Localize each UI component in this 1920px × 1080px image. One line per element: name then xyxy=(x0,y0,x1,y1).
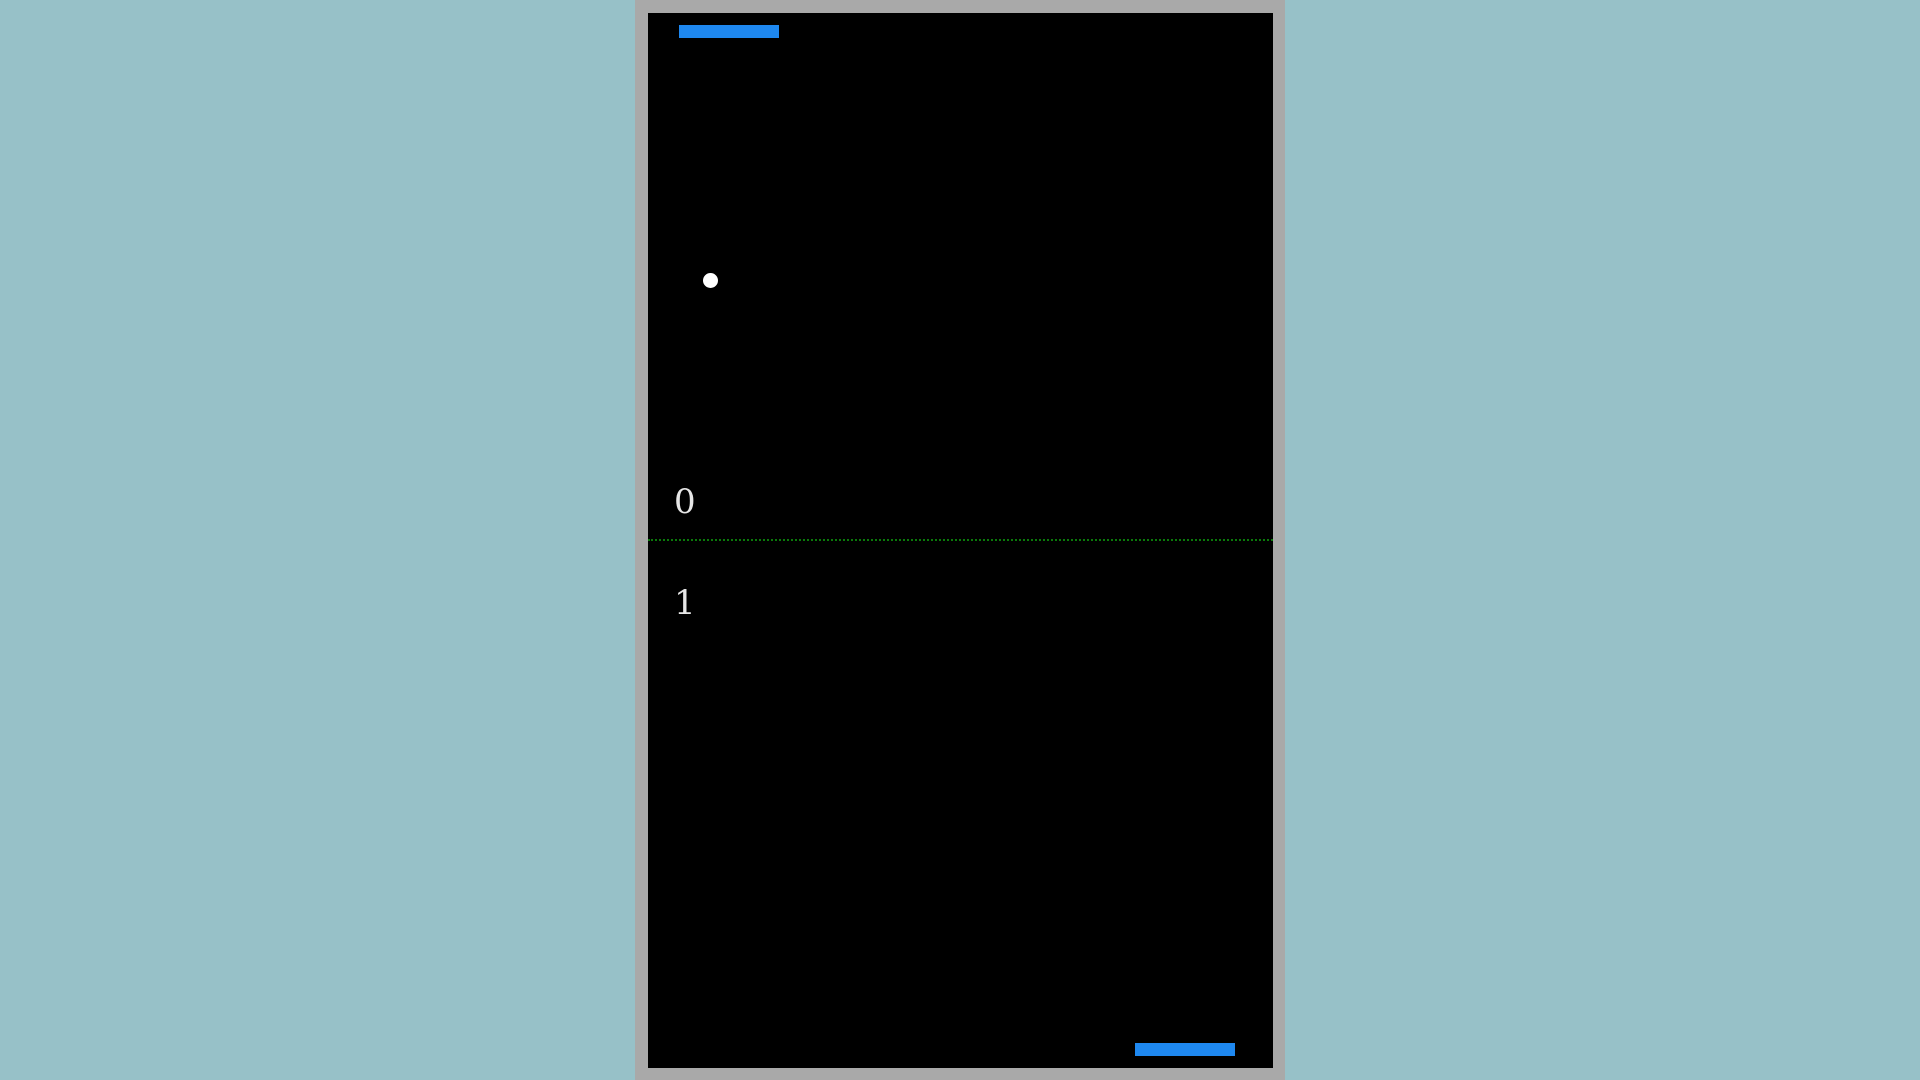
top-player-score: 0 xyxy=(674,482,696,522)
game-court[interactable]: 0 1 xyxy=(648,13,1273,1068)
center-line xyxy=(648,539,1273,541)
top-paddle xyxy=(679,25,779,38)
ball xyxy=(703,273,718,288)
bottom-player-score: 1 xyxy=(674,583,696,623)
bottom-paddle[interactable] xyxy=(1135,1043,1235,1056)
